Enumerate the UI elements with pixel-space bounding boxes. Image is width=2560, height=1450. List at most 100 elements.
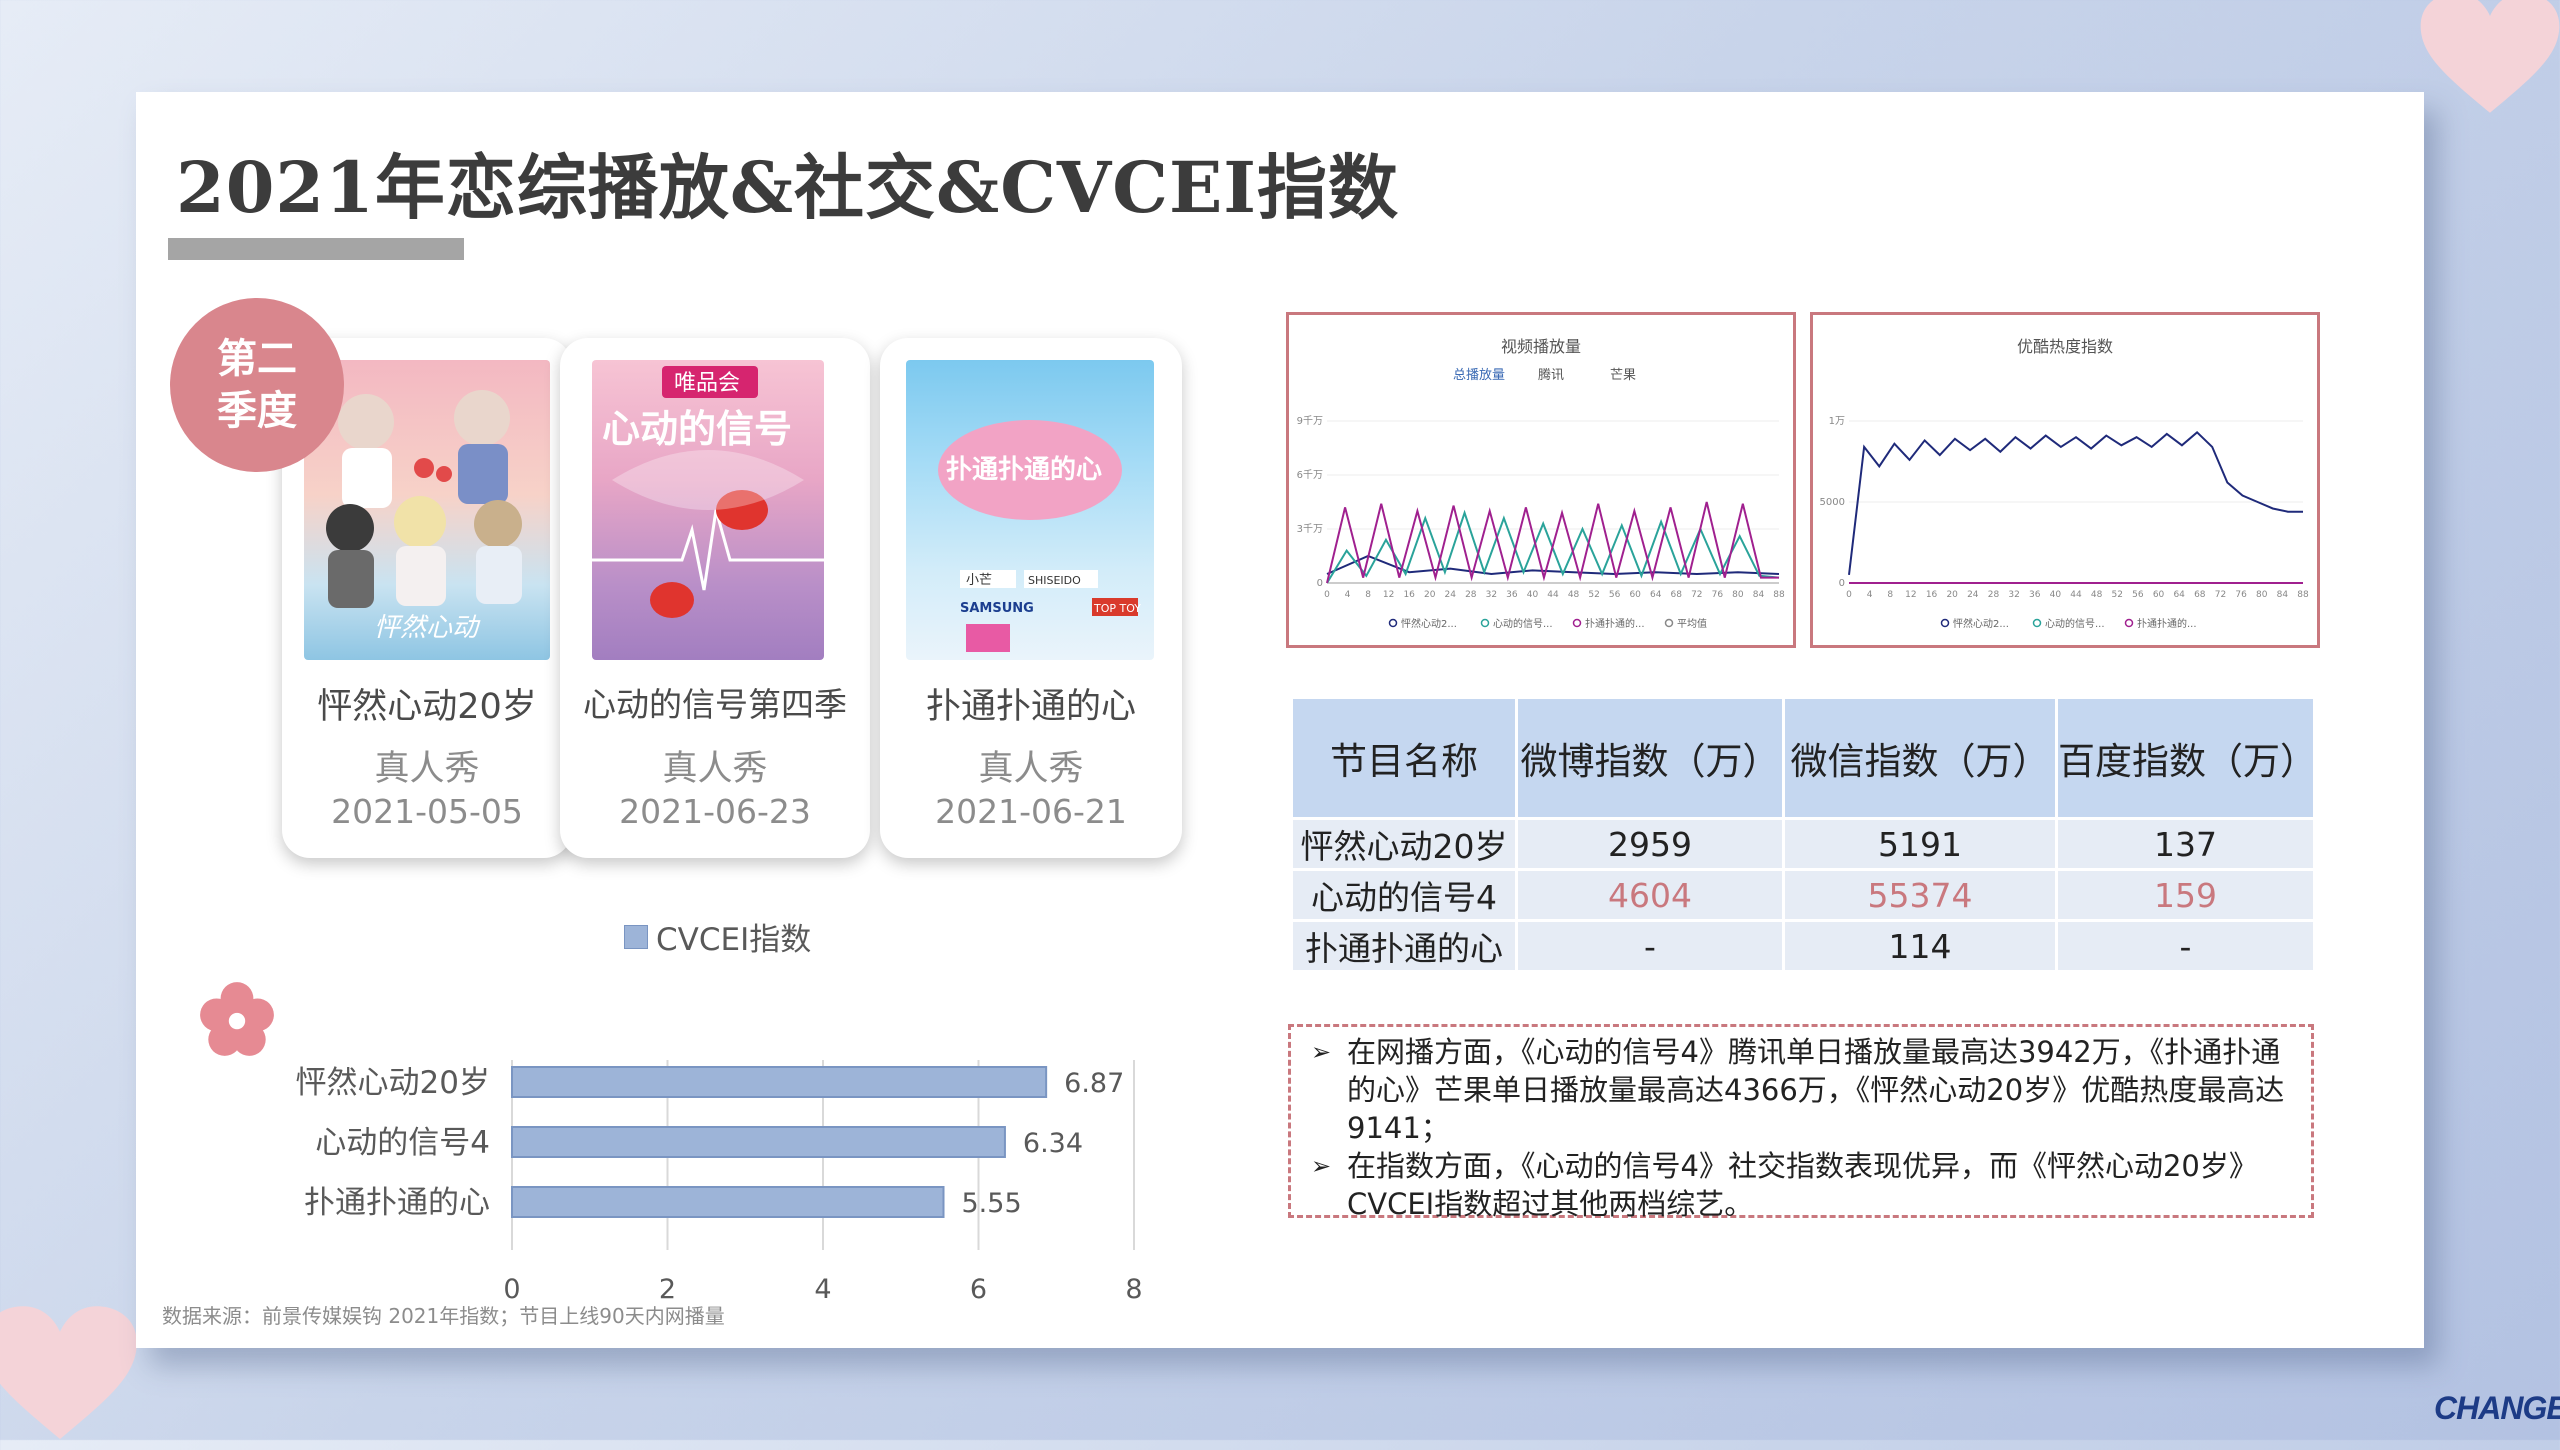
x-tick-label: 4: [1867, 590, 1873, 600]
x-tick-label: 80: [1732, 590, 1744, 600]
table-header: 微信指数（万）: [1782, 696, 2058, 820]
tick-label: 4: [814, 1274, 831, 1305]
x-tick-label: 16: [1926, 590, 1938, 600]
notes-box: ➢ 在网播方面，《心动的信号4》腾讯单日播放量最高达3942万，《扑通扑通的心》芒…: [1288, 1024, 2314, 1221]
x-tick-label: 20: [1946, 590, 1958, 600]
x-tick-label: 64: [2173, 590, 2185, 600]
table-cell: 137: [2055, 817, 2316, 871]
legend-label: 心动的信号...: [2045, 617, 2105, 630]
x-tick-label: 28: [1465, 590, 1477, 600]
x-tick-label: 88: [2297, 590, 2309, 600]
x-tick-label: 40: [1527, 590, 1539, 600]
x-tick-label: 16: [1403, 590, 1415, 600]
legend-marker: [1388, 618, 1398, 628]
badge-line: 季度: [217, 388, 297, 434]
heart-icon: [0, 1306, 137, 1439]
y-tick-label: 3千万: [1297, 523, 1323, 535]
x-tick-label: 44: [2070, 590, 2082, 600]
show-type: 真人秀: [374, 749, 480, 789]
show-card: 扑通扑通的心 小芒 SHISEIDO SAMSUNG TOP TOY 扑通扑通的…: [880, 338, 1182, 858]
table-header: 微博指数（万）: [1515, 696, 1785, 820]
show-type: 真人秀: [662, 749, 768, 789]
x-tick-label: 20: [1424, 590, 1436, 600]
legend-label: 怦然心动2...: [1953, 617, 2009, 630]
bar: [511, 1126, 1006, 1158]
poster-logo: 怦然心动: [374, 613, 481, 643]
legend-tab: 总播放量: [1453, 368, 1505, 383]
legend-marker: [2124, 618, 2134, 628]
tick-label: 8: [1125, 1274, 1142, 1305]
x-tick-label: 84: [2277, 590, 2289, 600]
legend-tab: 腾讯: [1538, 367, 1564, 383]
index-table: 节目名称 微博指数（万） 微信指数（万） 百度指数（万） 怦然心动20岁 295…: [1290, 696, 2317, 973]
title-underline: [168, 238, 464, 260]
table-cell: 心动的信号4: [1290, 868, 1518, 922]
x-tick-label: 24: [1445, 590, 1457, 600]
category-label: 怦然心动20岁: [296, 1065, 490, 1101]
x-tick-label: 48: [1568, 590, 1580, 600]
legend-label: 扑通扑通的...: [1585, 617, 1645, 630]
arrow-bullet-icon: ➢: [1311, 1038, 1332, 1066]
show-name: 心动的信号第四季: [583, 685, 847, 724]
x-tick-label: 12: [1383, 590, 1394, 600]
data-source: 数据来源：前景传媒娱钩 2021年指数；节目上线90天内网播量: [162, 1304, 725, 1328]
data-label: 6.34: [1023, 1128, 1083, 1159]
legend-marker: [2032, 618, 2042, 628]
table-cell: -: [1515, 919, 1785, 973]
x-tick-label: 0: [1324, 590, 1330, 600]
show-date: 2021-05-05: [331, 792, 523, 831]
legend-label: 平均值: [1677, 617, 1707, 630]
x-tick-label: 88: [1773, 590, 1785, 600]
x-tick-label: 36: [1506, 590, 1518, 600]
legend-label: CVCEI指数: [656, 922, 812, 958]
show-type: 真人秀: [978, 749, 1084, 789]
category-label: 心动的信号4: [315, 1125, 490, 1161]
poster-brand: 唯品会: [674, 371, 740, 396]
x-tick-label: 64: [1650, 590, 1662, 600]
legend-marker: [1480, 618, 1490, 628]
table-cell: 2959: [1515, 817, 1785, 871]
quarter-badge: 第二 季度: [170, 298, 344, 472]
x-tick-label: 56: [1609, 590, 1621, 600]
x-tick-label: 0: [1846, 590, 1852, 600]
y-tick-label: 1万: [1829, 416, 1845, 427]
arrow-bullet-icon: ➢: [1311, 1152, 1332, 1180]
poster-logo: 扑通扑通的心: [946, 454, 1102, 485]
x-tick-label: 28: [1988, 590, 2000, 600]
y-tick-label: 5000: [1820, 497, 1845, 508]
legend-tab: 芒果: [1610, 367, 1636, 383]
youku-heat-chart: 优酷热度指数 0 5000 1万 0 4 8 12 16 20 24 28 32 36 40 44 48 52 5…: [1810, 312, 2320, 648]
show-name: 扑通扑通的心: [925, 687, 1136, 727]
poster-image: 扑通扑通的心 小芒 SHISEIDO SAMSUNG TOP TOY: [906, 360, 1154, 660]
legend-swatch: [624, 924, 648, 949]
x-tick-label: 76: [2235, 590, 2247, 600]
bar: [511, 1066, 1048, 1098]
legend-marker: [1572, 618, 1582, 628]
legend-marker: [1664, 618, 1674, 628]
table-cell: 159: [2055, 868, 2316, 922]
x-tick-label: 68: [1671, 590, 1683, 600]
poster-tag: SHISEIDO: [1028, 574, 1081, 587]
poster-logo: 心动的信号: [602, 407, 792, 451]
data-label: 6.87: [1064, 1068, 1124, 1099]
y-tick-label: 0: [1839, 578, 1845, 589]
x-tick-label: 72: [2215, 590, 2226, 600]
x-tick-label: 8: [1887, 590, 1893, 600]
table-cell: 怦然心动20岁: [1290, 817, 1518, 871]
tick-label: 6: [970, 1274, 987, 1305]
x-tick-label: 68: [2194, 590, 2206, 600]
bar-legend: CVCEI指数: [624, 914, 811, 959]
show-name: 怦然心动20岁: [317, 687, 537, 727]
x-tick-label: 32: [1486, 590, 1497, 600]
note-item: ➢ 在指数方面，《心动的信号4》社交指数表现优异，而《怦然心动20岁》CVCEI指…: [1311, 1147, 2301, 1223]
poster-tag: TOP TOY: [1093, 602, 1141, 615]
table-row: 扑通扑通的心 - 114 -: [1290, 919, 2316, 973]
series-line: [1848, 430, 2303, 576]
slide-card: 2021年恋综播放&社交&CVCEI指数 怦然心动 怦然心动20岁 真人秀 20…: [136, 92, 2424, 1348]
y-tick-label: 9千万: [1297, 415, 1323, 427]
legend-label: 怦然心动2...: [1401, 617, 1457, 630]
table-cell: 114: [1782, 919, 2058, 973]
legend-label: 扑通扑通的...: [2137, 617, 2197, 630]
x-tick-label: 84: [1753, 590, 1765, 600]
legend-marker: [1940, 618, 1950, 628]
